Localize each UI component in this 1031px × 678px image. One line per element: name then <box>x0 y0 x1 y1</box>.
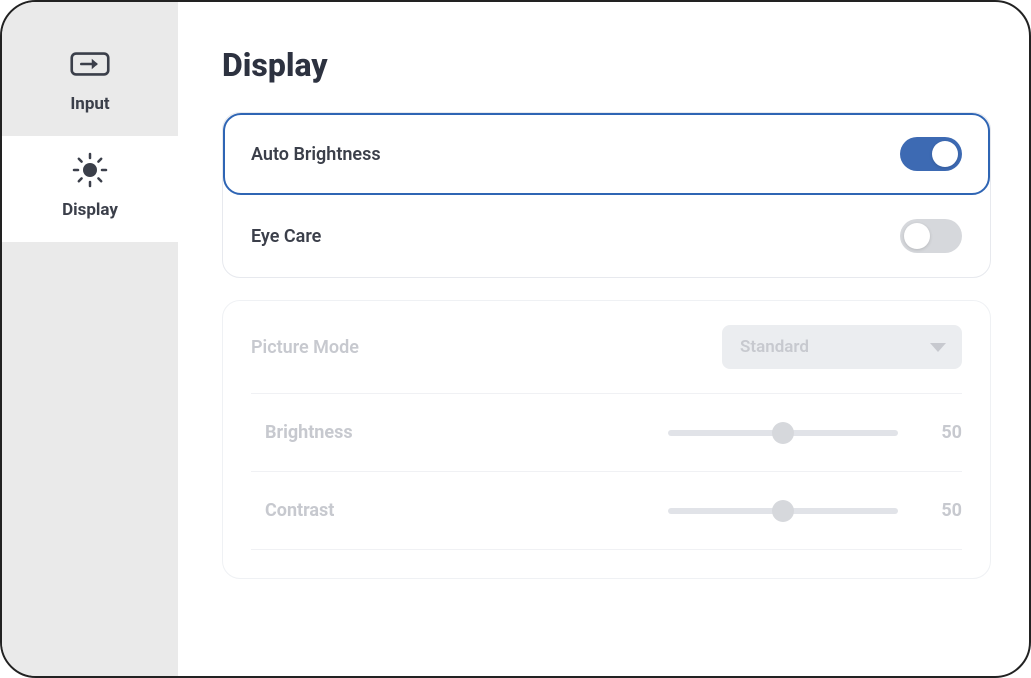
eye-care-row[interactable]: Eye Care <box>223 195 990 277</box>
auto-brightness-label: Auto Brightness <box>251 144 381 165</box>
brightness-row: Brightness 50 <box>223 394 990 471</box>
contrast-slider[interactable] <box>668 508 898 514</box>
slider-thumb[interactable] <box>772 422 794 444</box>
picture-mode-label: Picture Mode <box>251 337 359 358</box>
contrast-value: 50 <box>926 500 962 521</box>
page-title: Display <box>222 46 991 84</box>
picture-card: Picture Mode Standard Brightness 50 Co <box>222 300 991 579</box>
toggles-card: Auto Brightness Eye Care <box>222 112 991 278</box>
sun-icon <box>70 154 110 186</box>
eye-care-toggle[interactable] <box>900 219 962 253</box>
chevron-down-icon <box>930 343 946 352</box>
contrast-slider-wrap: 50 <box>431 500 962 521</box>
sidebar: Input Display <box>2 2 178 676</box>
contrast-row: Contrast 50 <box>223 472 990 549</box>
contrast-label: Contrast <box>251 500 411 521</box>
sidebar-item-input[interactable]: Input <box>2 30 178 136</box>
brightness-label: Brightness <box>251 422 411 443</box>
picture-mode-value: Standard <box>740 337 809 357</box>
partial-row <box>223 550 990 578</box>
sidebar-item-display[interactable]: Display <box>2 136 178 242</box>
input-icon <box>70 48 110 80</box>
brightness-slider-wrap: 50 <box>431 422 962 443</box>
brightness-value: 50 <box>926 422 962 443</box>
auto-brightness-toggle[interactable] <box>900 137 962 171</box>
sidebar-item-label: Input <box>70 94 109 114</box>
device-frame: Input Display <box>0 0 1031 678</box>
toggle-knob <box>904 223 930 249</box>
picture-mode-row: Picture Mode Standard <box>223 301 990 393</box>
sidebar-item-label: Display <box>62 200 118 220</box>
slider-thumb[interactable] <box>772 500 794 522</box>
toggle-knob <box>932 141 958 167</box>
auto-brightness-row[interactable]: Auto Brightness <box>223 113 990 195</box>
brightness-slider[interactable] <box>668 430 898 436</box>
picture-mode-select[interactable]: Standard <box>722 325 962 369</box>
eye-care-label: Eye Care <box>251 226 321 247</box>
main-content: Display Auto Brightness Eye Care Picture… <box>178 2 1029 676</box>
